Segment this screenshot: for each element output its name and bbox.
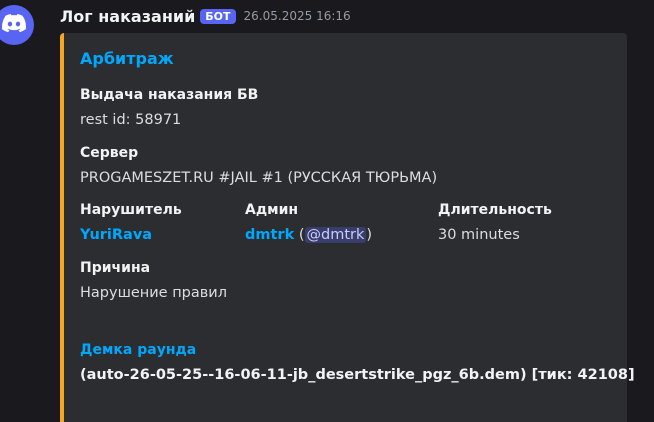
field-punishment-name: Выдача наказания БВ — [80, 87, 259, 103]
field-reason-name: Причина — [80, 260, 151, 276]
admin-link[interactable]: dmtrk — [245, 227, 294, 243]
author-name[interactable]: Лог наказаний — [60, 7, 195, 26]
field-reason-value: Нарушение правил — [80, 285, 228, 301]
message-header: Лог наказаний БОТ 26.05.2025 16:16 — [60, 5, 351, 27]
field-punishment-value: rest id: 58971 — [80, 112, 182, 128]
field-demo-value: (auto-26-05-25--16-06-11-jb_desertstrike… — [80, 367, 635, 383]
discord-logo-icon — [2, 13, 27, 37]
message: Лог наказаний БОТ 26.05.2025 16:16 Арбит… — [0, 0, 654, 422]
bot-badge: БОТ — [200, 8, 236, 24]
field-server-value: PROGAMESZET.RU #JAIL #1 (РУССКАЯ ТЮРЬМА) — [80, 170, 438, 186]
field-punishment: Выдача наказания БВ rest id: 58971 — [80, 86, 258, 129]
field-duration-value: 30 minutes — [438, 227, 520, 243]
embed-title[interactable]: Арбитраж — [80, 49, 174, 68]
admin-mention[interactable]: @dmtrk — [304, 227, 367, 243]
timestamp[interactable]: 26.05.2025 16:16 — [244, 9, 351, 23]
field-offender-name: Нарушитель — [80, 202, 182, 218]
field-duration: Длительность 30 minutes — [438, 201, 552, 244]
field-admin-value: dmtrk (@dmtrk) — [245, 226, 372, 244]
offender-link[interactable]: YuriRava — [80, 227, 152, 243]
field-server-name: Сервер — [80, 145, 139, 161]
field-offender: Нарушитель YuriRava — [80, 201, 182, 244]
avatar[interactable] — [0, 5, 34, 45]
field-reason: Причина Нарушение правил — [80, 259, 227, 302]
field-demo-name[interactable]: Демка раунда — [80, 341, 635, 359]
field-admin: Админ dmtrk (@dmtrk) — [245, 201, 372, 244]
field-duration-name: Длительность — [438, 202, 552, 218]
admin-open-paren: ( — [294, 227, 305, 243]
field-offender-value: YuriRava — [80, 226, 182, 244]
admin-close-paren: ) — [366, 227, 373, 243]
field-demo: Демка раунда (auto-26-05-25--16-06-11-jb… — [80, 341, 635, 384]
embed: Арбитраж Выдача наказания БВ rest id: 58… — [60, 33, 635, 422]
field-admin-name: Админ — [245, 202, 299, 218]
field-server: Сервер PROGAMESZET.RU #JAIL #1 (РУССКАЯ … — [80, 144, 437, 187]
